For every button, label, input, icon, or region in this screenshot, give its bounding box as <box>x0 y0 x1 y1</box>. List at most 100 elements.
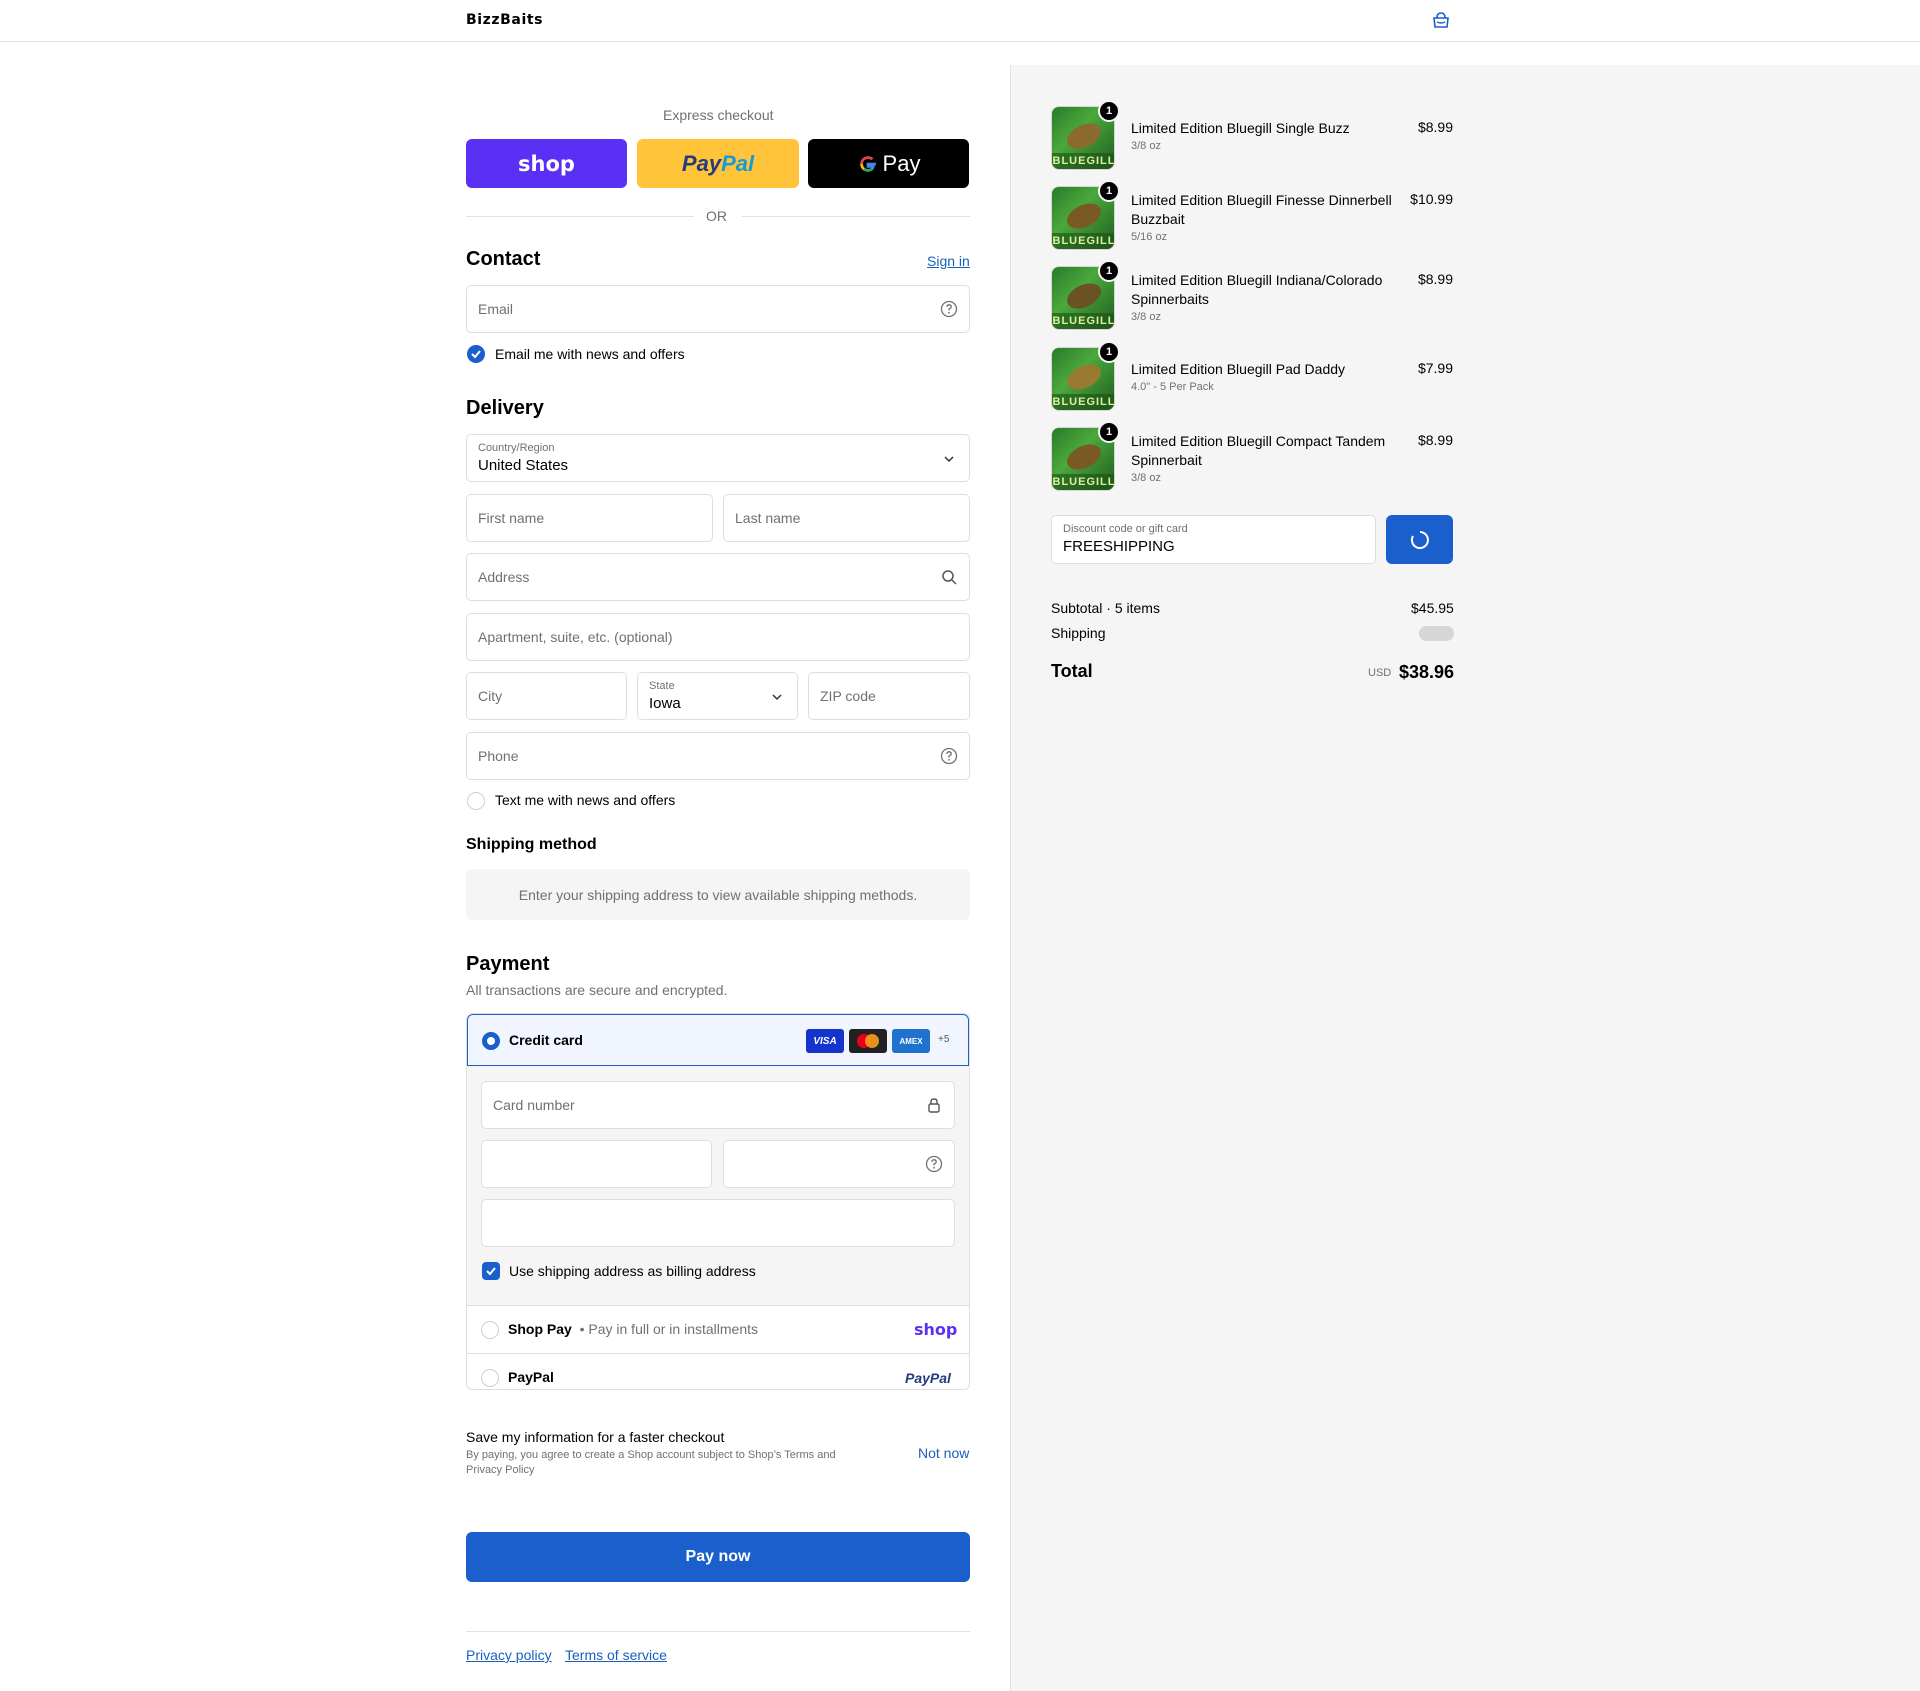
item-price: $8.99 <box>1417 271 1453 287</box>
help-circle-icon[interactable] <box>925 1155 943 1173</box>
footer-terms-link[interactable]: Terms of service <box>565 1647 667 1663</box>
email-news-checkbox[interactable] <box>467 345 485 363</box>
paypal-radio[interactable] <box>481 1369 499 1387</box>
last-name-field[interactable]: Last name <box>723 494 970 542</box>
chevron-down-icon <box>772 694 782 701</box>
shopping-bag-icon[interactable] <box>1431 11 1451 29</box>
expiration-date-field[interactable] <box>481 1140 712 1188</box>
quantity-badge: 1 <box>1098 421 1120 443</box>
address-field[interactable]: Address <box>466 553 970 601</box>
google-pay-express-button[interactable]: Pay <box>808 139 969 188</box>
name-on-card-field[interactable] <box>481 1199 955 1247</box>
email-placeholder: Email <box>478 301 514 317</box>
shop-pay-description: Pay in full or in installments <box>588 1321 759 1337</box>
more-cards-badge: +5 <box>938 1034 950 1045</box>
or-divider-right <box>742 216 970 217</box>
phone-field[interactable]: Phone <box>466 732 970 780</box>
billing-same-checkbox[interactable] <box>482 1262 500 1280</box>
pay-now-button[interactable]: Pay now <box>466 1532 970 1582</box>
item-price: $8.99 <box>1417 119 1453 135</box>
order-item: BLUEGILL 1 Limited Edition Bluegill Pad … <box>1051 341 1453 413</box>
item-price: $10.99 <box>1410 191 1453 207</box>
check-icon <box>486 1267 496 1276</box>
discount-code-field[interactable]: Discount code or gift card FREESHIPPING <box>1051 515 1376 564</box>
card-number-field[interactable]: Card number <box>481 1081 955 1129</box>
zip-field[interactable]: ZIP code <box>808 672 970 720</box>
city-placeholder: City <box>478 688 503 704</box>
visa-icon: VISA <box>806 1029 844 1053</box>
sign-in-link[interactable]: Sign in <box>927 253 970 269</box>
city-field[interactable]: City <box>466 672 627 720</box>
privacy-policy-link[interactable]: Privacy Policy <box>466 1464 534 1476</box>
not-now-link[interactable]: Not now <box>918 1445 969 1461</box>
item-name: Limited Edition Bluegill Indiana/Colorad… <box>1131 272 1383 307</box>
google-pay-label: Pay <box>882 150 921 176</box>
chevron-down-icon <box>944 456 954 463</box>
phone-placeholder: Phone <box>478 748 519 764</box>
discount-value: FREESHIPPING <box>1063 538 1175 555</box>
credit-card-option[interactable]: Credit card VISA AMEX +5 <box>467 1014 969 1066</box>
paypal-express-button[interactable]: PayPal <box>637 139 799 188</box>
paypal-logo: PayPal <box>681 150 755 176</box>
help-circle-icon[interactable] <box>940 747 958 765</box>
credit-card-radio[interactable] <box>482 1032 500 1050</box>
payment-methods: Credit card VISA AMEX +5 Card number Use… <box>466 1013 970 1390</box>
credit-card-label: Credit card <box>509 1032 583 1048</box>
quantity-badge: 1 <box>1098 260 1120 282</box>
shop-pay-radio[interactable] <box>481 1321 499 1339</box>
country-value: United States <box>478 457 569 474</box>
credit-card-form: Card number Use shipping address as bill… <box>467 1066 969 1306</box>
text-news-label: Text me with news and offers <box>495 792 676 808</box>
security-code-field[interactable] <box>723 1140 955 1188</box>
email-field[interactable]: Email <box>466 285 970 333</box>
help-circle-icon[interactable] <box>940 300 958 318</box>
or-divider-left <box>466 216 694 217</box>
last-name-placeholder: Last name <box>735 510 801 526</box>
save-info-legal: By paying, you agree to create a Shop ac… <box>466 1449 836 1476</box>
item-name: Limited Edition Bluegill Single Buzz <box>1131 120 1350 136</box>
text-news-checkbox[interactable] <box>467 792 485 810</box>
mastercard-icon <box>849 1029 887 1053</box>
paypal-label: PayPal <box>508 1369 554 1385</box>
state-select[interactable]: State Iowa <box>637 672 798 720</box>
terms-link[interactable]: Terms <box>784 1449 814 1461</box>
item-price: $7.99 <box>1417 360 1453 376</box>
footer-privacy-link[interactable]: Privacy policy <box>466 1647 552 1663</box>
check-icon <box>471 350 481 359</box>
lock-icon <box>928 1098 940 1113</box>
search-icon <box>942 570 957 585</box>
shop-logo: shop <box>518 151 575 176</box>
quantity-badge: 1 <box>1098 180 1120 202</box>
shipping-method-heading: Shipping method <box>466 836 597 853</box>
email-news-label: Email me with news and offers <box>495 346 685 362</box>
apartment-placeholder: Apartment, suite, etc. (optional) <box>478 629 673 645</box>
shop-pay-express-button[interactable]: shop <box>466 139 627 188</box>
order-item: BLUEGILL 1 Limited Edition Bluegill Comp… <box>1051 421 1453 493</box>
google-g-icon <box>859 155 876 172</box>
order-item: BLUEGILL 1 Limited Edition Bluegill Sing… <box>1051 100 1453 172</box>
apply-discount-button[interactable] <box>1386 515 1453 564</box>
item-name: Limited Edition Bluegill Compact Tandem … <box>1131 433 1386 468</box>
paypal-option[interactable]: PayPal PayPal <box>467 1354 969 1389</box>
item-name: Limited Edition Bluegill Finesse Dinnerb… <box>1131 192 1392 227</box>
quantity-badge: 1 <box>1098 100 1120 122</box>
country-label: Country/Region <box>478 442 555 454</box>
billing-same-label: Use shipping address as billing address <box>509 1263 756 1279</box>
item-variant: 5/16 oz <box>1131 231 1168 243</box>
payment-subtitle: All transactions are secure and encrypte… <box>466 982 728 998</box>
apartment-field[interactable]: Apartment, suite, etc. (optional) <box>466 613 970 661</box>
brand-logo[interactable]: BizzBaits <box>466 12 543 28</box>
shop-pay-option[interactable]: Shop Pay • Pay in full or in installment… <box>467 1306 969 1354</box>
contact-heading: Contact <box>466 248 541 270</box>
country-select[interactable]: Country/Region United States <box>466 434 970 482</box>
card-number-placeholder: Card number <box>493 1097 575 1113</box>
item-variant: 4.0" - 5 Per Pack <box>1131 381 1214 393</box>
first-name-field[interactable]: First name <box>466 494 713 542</box>
shop-pay-label: Shop Pay <box>508 1321 572 1337</box>
or-label: OR <box>706 208 727 224</box>
save-info-title: Save my information for a faster checkou… <box>466 1429 725 1445</box>
top-header: BizzBaits <box>0 0 1920 42</box>
shipping-value-placeholder <box>1419 626 1454 641</box>
item-variant: 3/8 oz <box>1131 140 1161 152</box>
subtotal-value: $45.95 <box>1411 600 1454 616</box>
